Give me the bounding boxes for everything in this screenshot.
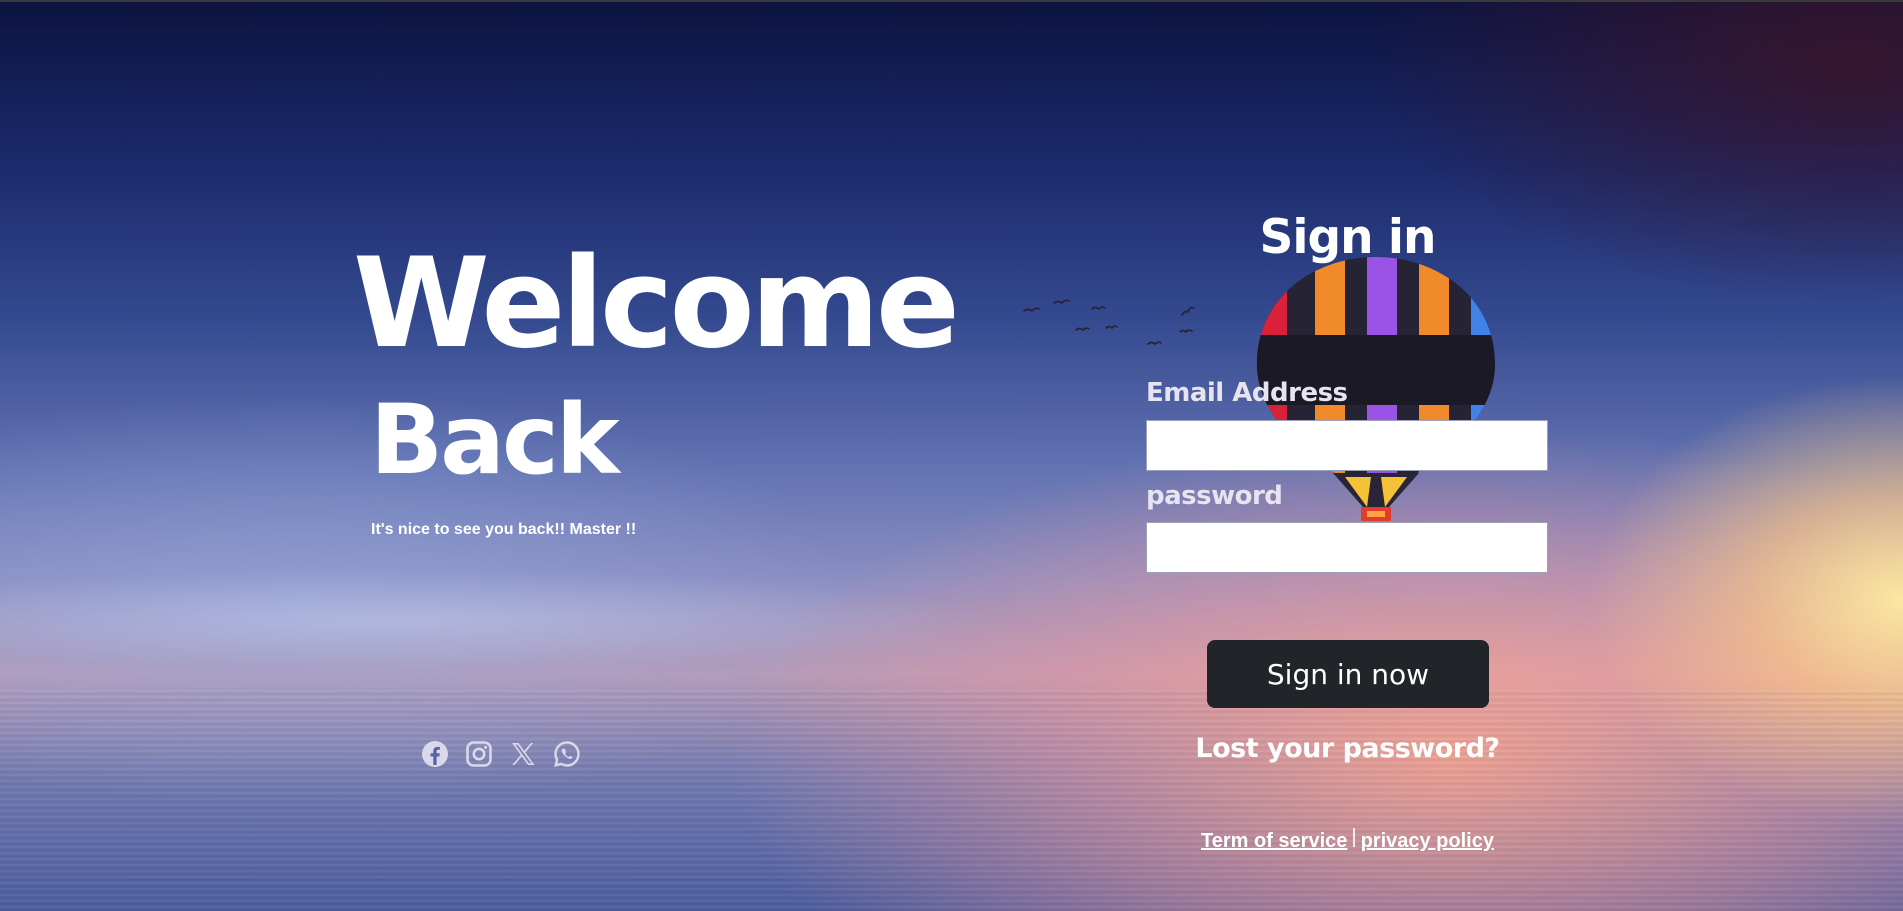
- legal-separator: |: [1351, 826, 1357, 848]
- welcome-title-line1: Welcome: [353, 232, 960, 376]
- whatsapp-link[interactable]: [552, 739, 582, 769]
- welcome-title-line2: Back: [370, 384, 620, 496]
- birds-decoration: [1023, 299, 1195, 346]
- instagram-link[interactable]: [464, 739, 494, 769]
- whatsapp-icon: [554, 741, 580, 767]
- facebook-icon: [422, 741, 448, 767]
- social-links: [420, 739, 582, 769]
- login-page: Welcome Back It's nice to see you back!!…: [0, 0, 1903, 911]
- legal-links: Term of service | privacy policy: [1140, 826, 1555, 853]
- password-field[interactable]: [1146, 522, 1548, 573]
- x-link[interactable]: [508, 739, 538, 769]
- lost-password-link[interactable]: Lost your password?: [1160, 733, 1535, 764]
- instagram-icon: [466, 741, 492, 767]
- terms-of-service-link[interactable]: Term of service: [1201, 830, 1347, 852]
- window-top-border: [0, 0, 1903, 2]
- welcome-tagline: It's nice to see you back!! Master !!: [371, 521, 637, 538]
- facebook-link[interactable]: [420, 739, 450, 769]
- privacy-policy-link[interactable]: privacy policy: [1361, 830, 1494, 852]
- email-label: Email Address: [1146, 378, 1348, 408]
- background-clouds: [0, 560, 1200, 680]
- sign-in-button[interactable]: Sign in now: [1207, 640, 1489, 708]
- password-label: password: [1146, 481, 1283, 511]
- background-water: [0, 690, 1903, 911]
- x-icon: [512, 743, 535, 765]
- signin-title: Sign in: [1259, 210, 1437, 265]
- email-field[interactable]: [1146, 420, 1548, 471]
